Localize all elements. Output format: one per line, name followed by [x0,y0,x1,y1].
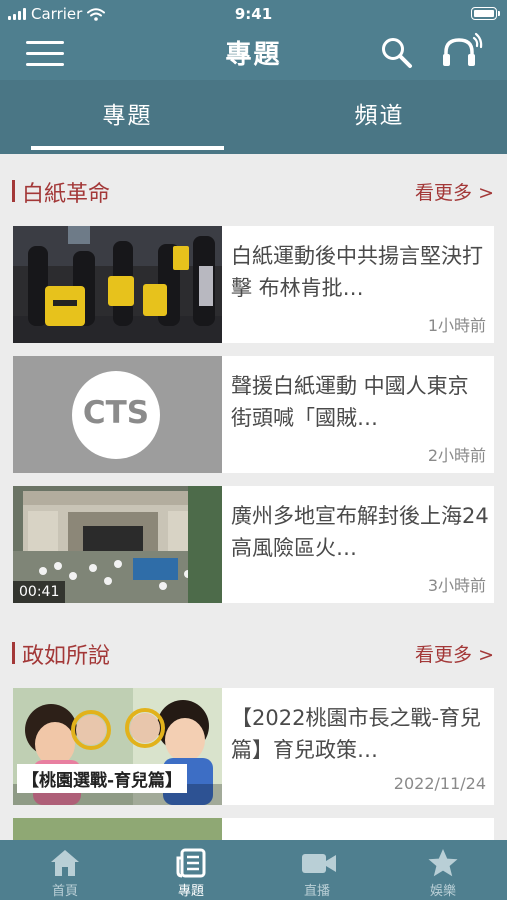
clock: 9:41 [234,5,273,23]
newspaper-icon [176,848,206,878]
search-icon[interactable] [380,36,414,70]
thumbnail-caption: 【桃園選戰-育兒篇】 [17,764,188,793]
video-camera-icon [302,854,336,873]
bottom-nav-home[interactable]: 首頁 [2,840,128,900]
home-icon [51,850,79,876]
news-title: 【2022桃園市長之戰-育兒篇】育兒政策… [231,706,482,762]
bottom-nav-live[interactable]: 直播 [254,840,380,900]
news-thumbnail [13,226,222,343]
bottom-nav-label: 專題 [177,884,204,899]
news-time: 2022/11/24 [393,774,486,793]
tab-bar: 專題 頻道 [0,80,507,154]
section-accent-bar [12,180,15,202]
news-title: 白紙運動後中共揚言堅決打擊 布林肯批… [231,244,483,300]
bottom-nav-label: 娛樂 [429,884,456,899]
news-thumbnail: 00:41 [13,486,222,603]
news-card[interactable]: 00:41 廣州多地宣布解封後上海24高風險區火… 3小時前 [13,486,494,603]
news-time: 3小時前 [427,576,486,595]
bottom-nav-label: 直播 [303,884,330,899]
topic-list[interactable]: 白紙革命 看更多 > 白紙運動後中共揚言堅決打擊 布林肯批… 1小時前 CTS … [0,154,507,840]
video-duration: 00:41 [13,581,66,603]
bottom-nav-label: 首頁 [51,884,78,899]
news-title: 廣州多地宣布解封後上海24高風險區火… [231,504,489,560]
news-thumbnail: 【桃園選戰-育兒篇】 [13,688,222,805]
bottom-nav-entertainment[interactable]: 娛樂 [380,840,506,900]
cts-logo-text: CTS [82,395,150,431]
see-more-link[interactable]: 看更多 > [415,178,494,205]
headphones-icon[interactable] [440,32,484,70]
news-card[interactable]: 【桃園選戰-育兒篇】 【2022桃園市長之戰-育兒篇】育兒政策… 2022/11… [13,688,494,805]
section-accent-bar [12,642,15,664]
section-header: 白紙革命 看更多 > [12,176,494,207]
bottom-nav: 首頁 專題 直播 娛樂 [0,840,507,900]
news-time: 1小時前 [427,316,486,335]
section-title: 政如所說 [22,644,111,669]
header: 專題 [0,28,507,80]
news-card[interactable] [13,818,494,840]
news-title: 聲援白紙運動 中國人東京街頭喊「國賊… [231,374,469,430]
tab-topics[interactable]: 專題 [31,80,224,154]
news-card[interactable]: CTS 聲援白紙運動 中國人東京街頭喊「國賊… 2小時前 [13,356,494,473]
section-header: 政如所說 看更多 > [12,638,494,669]
star-icon [428,849,458,877]
section-title: 白紙革命 [22,182,111,207]
tab-indicator [31,146,224,150]
news-thumbnail [13,818,222,840]
news-card[interactable]: 白紙運動後中共揚言堅決打擊 布林肯批… 1小時前 [13,226,494,343]
news-time: 2小時前 [427,446,486,465]
see-more-link[interactable]: 看更多 > [415,640,494,667]
status-bar: Carrier 9:41 [0,0,507,28]
tab-channels[interactable]: 頻道 [283,80,476,154]
battery-icon [471,7,500,20]
news-thumbnail: CTS [13,356,222,473]
bottom-nav-topics[interactable]: 專題 [128,840,254,900]
page-title: 專題 [225,40,282,70]
